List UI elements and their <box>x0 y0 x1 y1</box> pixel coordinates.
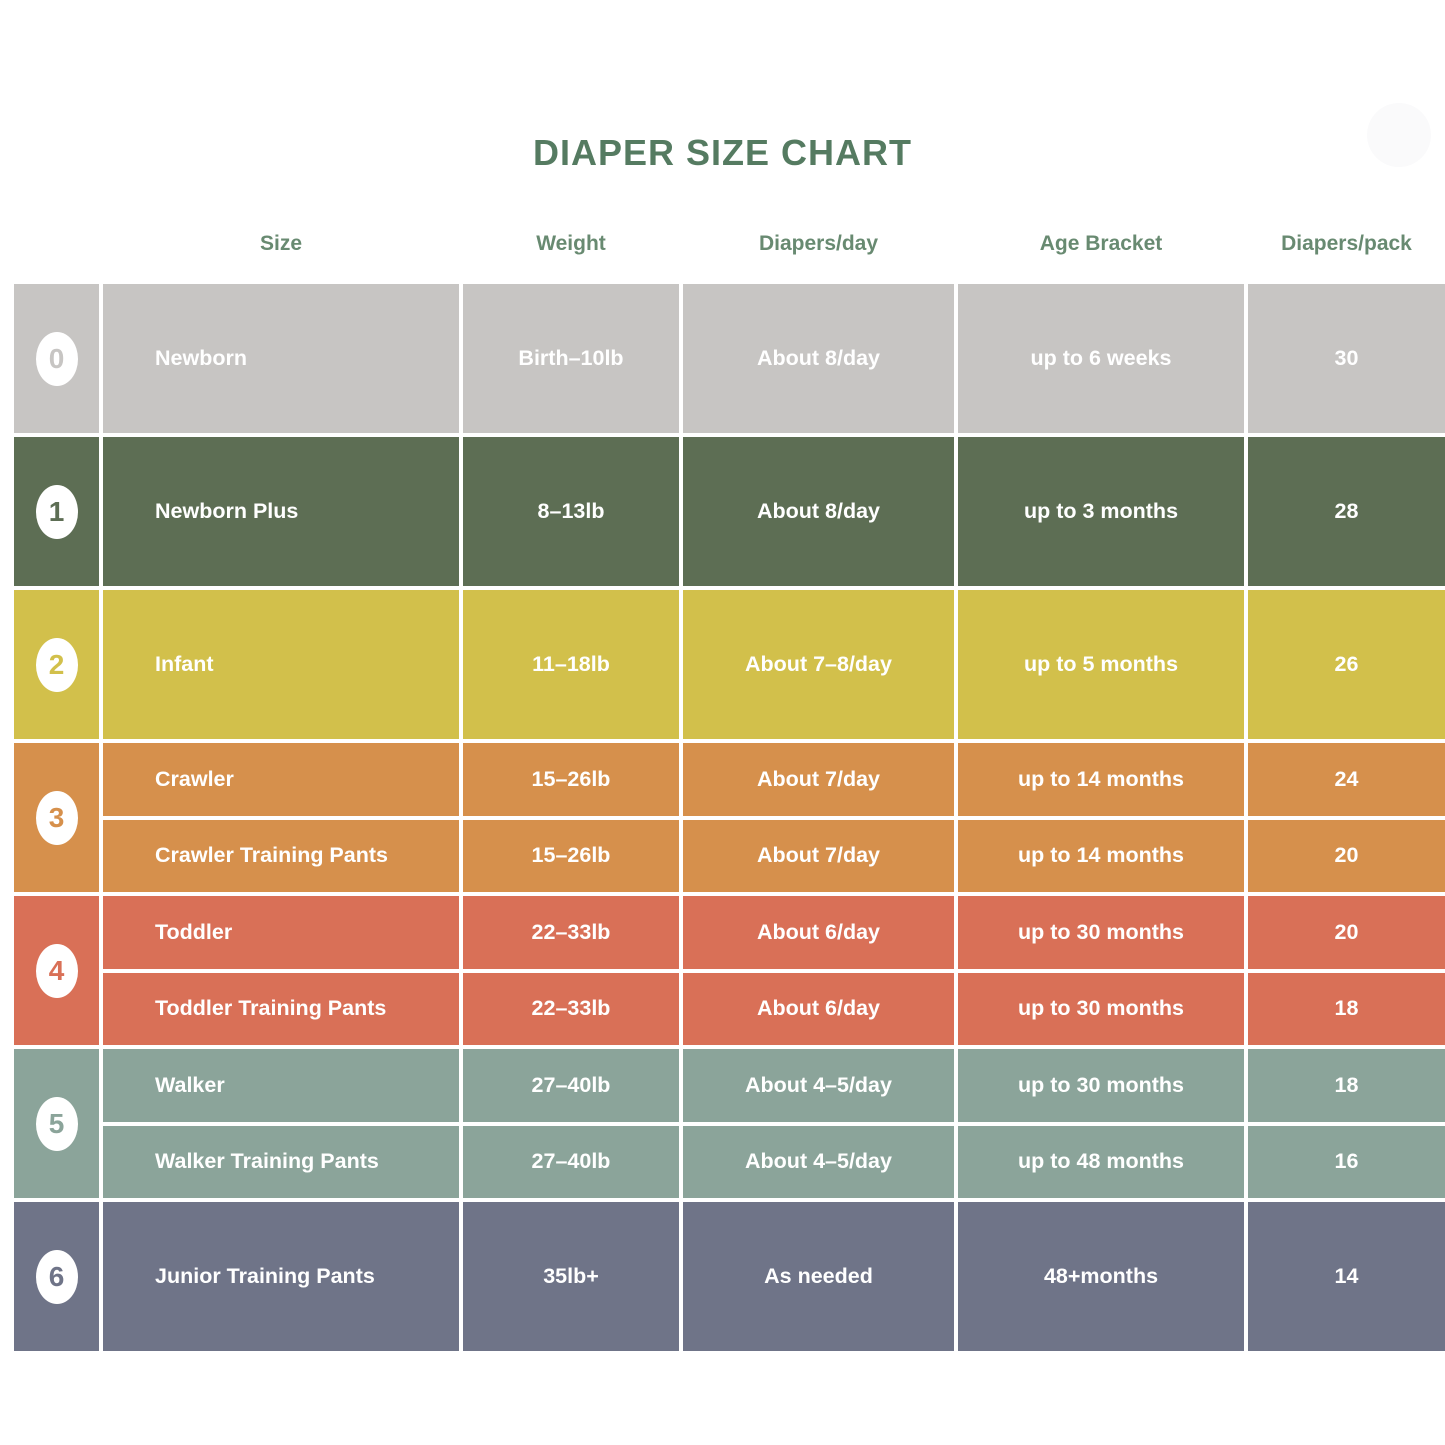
cell-age-bracket: up to 3 months <box>958 437 1244 586</box>
cell-weight: 15–26lb <box>463 743 679 816</box>
cell-weight: 11–18lb <box>463 590 679 739</box>
cell-size-name: Crawler <box>103 743 459 816</box>
size-badge-number: 4 <box>49 957 65 985</box>
size-badge-cell: 2 <box>14 590 99 739</box>
size-group-3: 3 Crawler 15–26lb About 7/day up to 14 m… <box>14 743 1445 892</box>
column-header-spacer <box>14 226 99 262</box>
cell-age-bracket: up to 30 months <box>958 1049 1244 1122</box>
cell-age-bracket: up to 5 months <box>958 590 1244 739</box>
size-badge-number: 0 <box>49 345 65 373</box>
size-badge-number: 6 <box>49 1263 65 1291</box>
cell-size-name: Newborn <box>103 284 459 433</box>
column-header-diapers-per-pack: Diapers/pack <box>1248 226 1445 262</box>
size-group-5: 5 Walker 27–40lb About 4–5/day up to 30 … <box>14 1049 1445 1198</box>
column-header-weight: Weight <box>463 226 679 262</box>
size-badge-number: 1 <box>49 498 65 526</box>
cell-size-name: Toddler Training Pants <box>103 973 459 1046</box>
size-group-0: 0 Newborn Birth–10lb About 8/day up to 6… <box>14 284 1445 433</box>
cell-age-bracket: up to 48 months <box>958 1126 1244 1199</box>
cell-size-name: Toddler <box>103 896 459 969</box>
cell-diapers-per-day: About 4–5/day <box>683 1049 954 1122</box>
cell-diapers-per-pack: 18 <box>1248 1049 1445 1122</box>
cell-diapers-per-pack: 18 <box>1248 973 1445 1046</box>
cell-diapers-per-pack: 28 <box>1248 437 1445 586</box>
size-badge-number: 5 <box>49 1110 65 1138</box>
page: DIAPER SIZE CHART Size Weight Diapers/da… <box>0 0 1445 1445</box>
cell-size-name: Newborn Plus <box>103 437 459 586</box>
column-header-age-bracket: Age Bracket <box>958 226 1244 262</box>
size-group-4: 4 Toddler 22–33lb About 6/day up to 30 m… <box>14 896 1445 1045</box>
cell-age-bracket: 48+months <box>958 1202 1244 1351</box>
size-badge-cell: 5 <box>14 1049 99 1198</box>
cell-diapers-per-pack: 20 <box>1248 896 1445 969</box>
cell-age-bracket: up to 6 weeks <box>958 284 1244 433</box>
size-badge: 0 <box>36 332 78 386</box>
cell-size-name: Junior Training Pants <box>103 1202 459 1351</box>
cell-diapers-per-pack: 20 <box>1248 820 1445 893</box>
size-badge: 5 <box>36 1097 78 1151</box>
page-title: DIAPER SIZE CHART <box>0 132 1445 174</box>
cell-diapers-per-pack: 26 <box>1248 590 1445 739</box>
cell-weight: 22–33lb <box>463 973 679 1046</box>
size-badge: 3 <box>36 791 78 845</box>
column-header-diapers-per-day: Diapers/day <box>683 226 954 262</box>
size-group-2: 2 Infant 11–18lb About 7–8/day up to 5 m… <box>14 590 1445 739</box>
cell-weight: Birth–10lb <box>463 284 679 433</box>
table-header: Size Weight Diapers/day Age Bracket Diap… <box>14 226 1445 262</box>
size-badge: 2 <box>36 638 78 692</box>
cell-diapers-per-pack: 16 <box>1248 1126 1445 1199</box>
cell-diapers-per-day: About 8/day <box>683 284 954 433</box>
cell-diapers-per-day: About 7/day <box>683 743 954 816</box>
cell-age-bracket: up to 30 months <box>958 896 1244 969</box>
cell-diapers-per-day: As needed <box>683 1202 954 1351</box>
cell-diapers-per-day: About 6/day <box>683 896 954 969</box>
size-badge: 1 <box>36 485 78 539</box>
size-group-1: 1 Newborn Plus 8–13lb About 8/day up to … <box>14 437 1445 586</box>
size-badge-cell: 6 <box>14 1202 99 1351</box>
diaper-size-table: 0 Newborn Birth–10lb About 8/day up to 6… <box>14 284 1445 1351</box>
cell-size-name: Walker Training Pants <box>103 1126 459 1199</box>
cell-diapers-per-pack: 30 <box>1248 284 1445 433</box>
cell-size-name: Infant <box>103 590 459 739</box>
cell-diapers-per-day: About 8/day <box>683 437 954 586</box>
size-badge-number: 3 <box>49 804 65 832</box>
size-badge-cell: 1 <box>14 437 99 586</box>
cell-weight: 27–40lb <box>463 1126 679 1199</box>
cell-diapers-per-pack: 14 <box>1248 1202 1445 1351</box>
cell-weight: 27–40lb <box>463 1049 679 1122</box>
size-badge: 4 <box>36 944 78 998</box>
cell-age-bracket: up to 30 months <box>958 973 1244 1046</box>
cell-size-name: Walker <box>103 1049 459 1122</box>
cell-weight: 15–26lb <box>463 820 679 893</box>
cell-age-bracket: up to 14 months <box>958 820 1244 893</box>
size-badge-cell: 3 <box>14 743 99 892</box>
cell-size-name: Crawler Training Pants <box>103 820 459 893</box>
cell-diapers-per-pack: 24 <box>1248 743 1445 816</box>
size-badge-number: 2 <box>49 651 65 679</box>
cell-weight: 22–33lb <box>463 896 679 969</box>
size-badge: 6 <box>36 1250 78 1304</box>
cell-diapers-per-day: About 4–5/day <box>683 1126 954 1199</box>
size-group-6: 6 Junior Training Pants 35lb+ As needed … <box>14 1202 1445 1351</box>
cell-diapers-per-day: About 6/day <box>683 973 954 1046</box>
cell-diapers-per-day: About 7/day <box>683 820 954 893</box>
cell-weight: 8–13lb <box>463 437 679 586</box>
cell-weight: 35lb+ <box>463 1202 679 1351</box>
cell-age-bracket: up to 14 months <box>958 743 1244 816</box>
cell-diapers-per-day: About 7–8/day <box>683 590 954 739</box>
size-badge-cell: 0 <box>14 284 99 433</box>
column-header-size: Size <box>103 226 459 262</box>
size-badge-cell: 4 <box>14 896 99 1045</box>
